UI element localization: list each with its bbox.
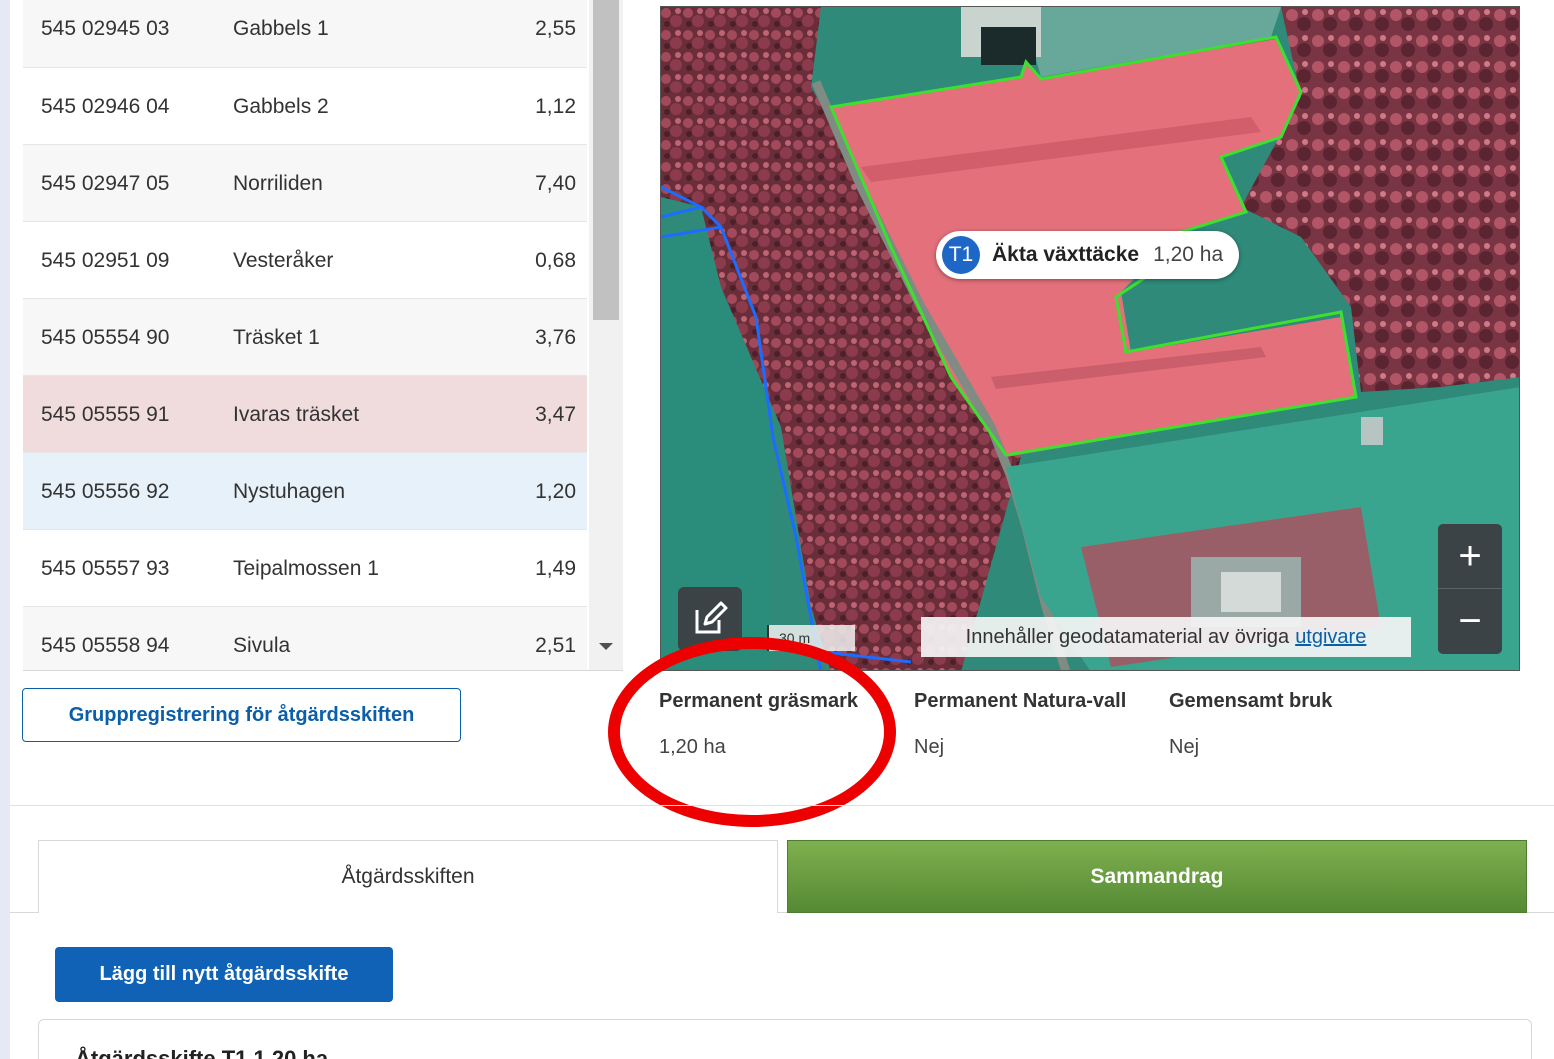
parcel-id: 545 02947 05 xyxy=(41,172,170,195)
add-atgardsskifte-button[interactable]: Lägg till nytt åtgärdsskifte xyxy=(55,947,393,1002)
parcel-area: 0,68 xyxy=(535,249,576,272)
parcel-name: Gabbels 1 xyxy=(233,17,329,40)
gemensamt-bruk-label: Gemensamt bruk xyxy=(1169,690,1333,712)
parcel-area: 1,49 xyxy=(535,557,576,580)
table-row[interactable]: 545 02946 04 Gabbels 2 1,12 xyxy=(23,68,587,145)
parcel-id: 545 02951 09 xyxy=(41,249,170,272)
attribution-text: Innehåller geodatamaterial av övriga xyxy=(965,625,1290,648)
table-scrollbar[interactable] xyxy=(589,0,623,670)
table-row-selected[interactable]: 545 05555 91 Ivaras träsket 3,47 xyxy=(23,376,587,453)
natura-vall-value: Nej xyxy=(914,736,945,758)
map-attribution: Innehåller geodatamaterial av övriga utg… xyxy=(921,617,1411,657)
parcel-id: 545 05555 91 xyxy=(41,403,170,426)
table-row[interactable]: 545 02945 03 Gabbels 1 2,55 xyxy=(23,0,587,68)
natura-vall-label: Permanent Natura-vall xyxy=(914,690,1127,712)
red-highlight-circle xyxy=(608,637,896,827)
parcel-name: Ivaras träsket xyxy=(233,403,360,426)
table-row[interactable]: 545 05558 94 Sivula 2,51 xyxy=(23,607,587,670)
parcel-area: 3,47 xyxy=(535,403,576,426)
aerial-imagery xyxy=(661,7,1519,670)
parcel-id: 545 02946 04 xyxy=(41,95,170,118)
attribution-link[interactable]: utgivare xyxy=(1295,626,1366,649)
zoom-control: + − xyxy=(1438,524,1502,654)
edit-pencil-icon xyxy=(695,601,728,634)
zoom-in-button[interactable]: + xyxy=(1438,524,1502,589)
parcel-name: Nystuhagen xyxy=(233,480,346,503)
parcel-area: 2,55 xyxy=(535,17,576,40)
parcel-map-label[interactable]: T1 Äkta växttäcke 1,20 ha xyxy=(936,231,1240,279)
parcel-label-name: Äkta växttäcke xyxy=(992,243,1140,266)
parcel-name: Sivula xyxy=(233,634,291,657)
parcel-area: 1,20 xyxy=(535,480,576,503)
page: 545 02945 03 Gabbels 1 2,55 545 02946 04… xyxy=(10,0,1554,1059)
zoom-out-button[interactable]: − xyxy=(1438,589,1502,654)
gemensamt-bruk-value: Nej xyxy=(1169,736,1200,758)
section-divider xyxy=(10,805,1554,806)
parcel-name: Norriliden xyxy=(233,172,323,195)
tab-sammandrag[interactable]: Sammandrag xyxy=(787,840,1527,913)
parcel-badge: T1 xyxy=(942,236,980,274)
parcel-id: 545 05558 94 xyxy=(41,634,170,657)
parcel-id: 545 05554 90 xyxy=(41,326,170,349)
atgardsskifte-panel: Åtgärdsskifte T1 1,20 ha xyxy=(38,1019,1532,1059)
scrollbar-thumb[interactable] xyxy=(593,0,619,320)
parcel-table: 545 02945 03 Gabbels 1 2,55 545 02946 04… xyxy=(23,0,623,671)
parcel-id: 545 05557 93 xyxy=(41,557,170,580)
table-row[interactable]: 545 02951 09 Vesteråker 0,68 xyxy=(23,222,587,299)
table-row[interactable]: 545 02947 05 Norriliden 7,40 xyxy=(23,145,587,222)
table-row-active[interactable]: 545 05556 92 Nystuhagen 1,20 xyxy=(23,453,587,530)
parcel-area: 3,76 xyxy=(535,326,576,349)
parcel-name: Teipalmossen 1 xyxy=(233,557,379,580)
scroll-down-arrow-icon[interactable] xyxy=(599,643,613,650)
table-row[interactable]: 545 05557 93 Teipalmossen 1 1,49 xyxy=(23,530,587,607)
parcel-name: Träsket 1 xyxy=(233,326,320,349)
parcel-id: 545 05556 92 xyxy=(41,480,170,503)
map-view[interactable]: T1 Äkta växttäcke 1,20 ha 30 m Innehålle… xyxy=(660,6,1520,671)
parcel-area: 2,51 xyxy=(535,634,576,657)
parcel-area: 1,12 xyxy=(535,95,576,118)
tab-atgardsskiften[interactable]: Åtgärdsskiften xyxy=(38,840,778,913)
parcel-area: 7,40 xyxy=(535,172,576,195)
table-row[interactable]: 545 05554 90 Träsket 1 3,76 xyxy=(23,299,587,376)
parcel-label-area: 1,20 ha xyxy=(1153,243,1224,266)
parcel-id: 545 02945 03 xyxy=(41,17,170,40)
parcel-name: Vesteråker xyxy=(233,249,334,272)
panel-title[interactable]: Åtgärdsskifte T1 1,20 ha xyxy=(75,1046,328,1059)
parcel-name: Gabbels 2 xyxy=(233,95,329,118)
group-registration-button[interactable]: Gruppregistrering för åtgärdsskiften xyxy=(22,688,461,742)
